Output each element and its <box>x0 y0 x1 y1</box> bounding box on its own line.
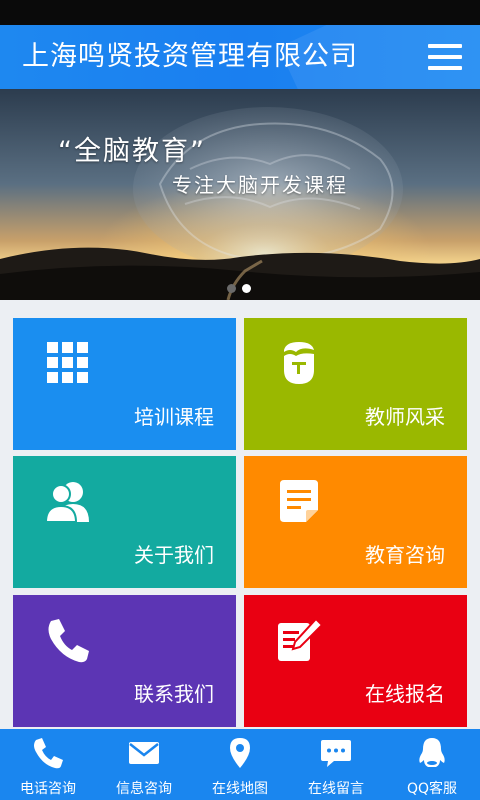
chat-bubble-icon <box>321 740 351 767</box>
nav-online-map[interactable]: 在线地图 <box>192 729 288 800</box>
teacher-face-icon <box>284 342 314 384</box>
tile-about-us[interactable]: 关于我们 <box>13 456 236 588</box>
nav-info-consult[interactable]: 信息咨询 <box>96 729 192 800</box>
grid-icon <box>47 342 88 383</box>
tile-label: 教师风采 <box>365 405 445 429</box>
status-bar <box>0 0 480 25</box>
nav-phone-consult[interactable]: 电话咨询 <box>0 729 96 800</box>
banner-headline: “全脑教育” <box>58 136 206 167</box>
tile-label: 教育咨询 <box>365 543 445 567</box>
nav-label: 信息咨询 <box>116 781 172 797</box>
nav-label: QQ客服 <box>406 781 458 797</box>
banner-subline: 专注大脑开发课程 <box>172 173 348 197</box>
phone-icon <box>48 619 89 663</box>
qq-penguin-icon <box>419 738 445 767</box>
edit-form-icon <box>278 617 322 661</box>
nav-label: 电话咨询 <box>20 781 76 797</box>
nav-label: 在线留言 <box>308 781 364 797</box>
tile-label: 关于我们 <box>134 543 214 567</box>
tile-training-courses[interactable]: 培训课程 <box>13 318 236 450</box>
tile-contact-us[interactable]: 联系我们 <box>13 595 236 727</box>
document-icon <box>280 480 318 522</box>
carousel-dot-active[interactable] <box>242 284 251 293</box>
nav-online-message[interactable]: 在线留言 <box>288 729 384 800</box>
bottom-navigation: 电话咨询 信息咨询 在线地图 在线留言 QQ客服 <box>0 729 480 800</box>
people-icon <box>45 482 89 523</box>
nav-label: 在线地图 <box>212 781 268 797</box>
tile-teachers[interactable]: 教师风采 <box>244 318 467 450</box>
hero-banner[interactable]: “全脑教育” 专注大脑开发课程 <box>0 89 480 300</box>
hamburger-menu-icon[interactable] <box>428 41 462 73</box>
phone-icon <box>34 738 63 769</box>
map-pin-icon <box>230 738 250 768</box>
nav-qq-service[interactable]: QQ客服 <box>384 729 480 800</box>
envelope-icon <box>129 742 159 764</box>
tile-label: 联系我们 <box>134 682 214 706</box>
tile-education-consulting[interactable]: 教育咨询 <box>244 456 467 588</box>
tile-online-registration[interactable]: 在线报名 <box>244 595 467 727</box>
tile-label: 培训课程 <box>134 405 214 429</box>
carousel-dot[interactable] <box>227 284 236 293</box>
app-header: 上海鸣贤投资管理有限公司 <box>0 25 480 89</box>
company-title: 上海鸣贤投资管理有限公司 <box>22 41 358 72</box>
tile-label: 在线报名 <box>365 682 445 706</box>
